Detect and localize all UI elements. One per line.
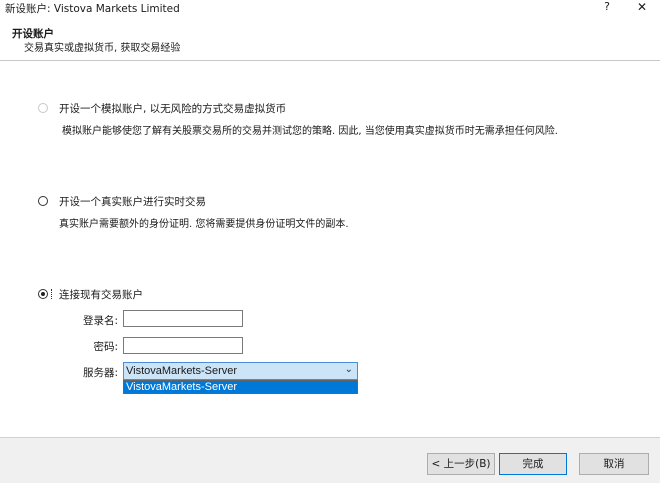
finish-button[interactable]: 完成: [499, 453, 567, 475]
back-button[interactable]: < 上一步(B): [427, 453, 495, 475]
wizard-header: 开设账户 交易真实或虚拟货币, 获取交易经验: [0, 16, 660, 61]
server-combobox-value: VistovaMarkets-Server: [126, 365, 238, 377]
option-existing-label[interactable]: 连接现有交易账户: [59, 287, 143, 302]
server-dropdown-list: VistovaMarkets-Server: [123, 380, 358, 394]
login-label: 登录名:: [82, 315, 118, 327]
login-input[interactable]: [123, 310, 243, 327]
server-combobox[interactable]: VistovaMarkets-Server ⌄: [123, 362, 358, 380]
radio-real-account[interactable]: [38, 196, 48, 206]
title-bar: 新设账户: Vistova Markets Limited ? ✕: [0, 0, 660, 16]
option-real-description: 真实账户需要额外的身份证明. 您将需要提供身份证明文件的副本.: [59, 219, 349, 230]
radio-existing-account[interactable]: [38, 289, 48, 299]
option-real-label[interactable]: 开设一个真实账户进行实时交易: [59, 194, 206, 209]
password-input[interactable]: [123, 337, 243, 354]
server-label: 服务器:: [82, 367, 118, 379]
focus-indicator: [51, 289, 55, 299]
header-subtitle: 交易真实或虚拟货币, 获取交易经验: [24, 43, 181, 54]
radio-demo-account: [38, 103, 48, 113]
help-button[interactable]: ?: [596, 0, 618, 16]
password-label: 密码:: [93, 341, 118, 353]
window-title: 新设账户: Vistova Markets Limited: [5, 3, 180, 15]
option-demo-description: 模拟账户能够使您了解有关股票交易所的交易并测试您的策略. 因此, 当您使用真实虚…: [62, 126, 558, 137]
close-button[interactable]: ✕: [630, 0, 654, 16]
server-option[interactable]: VistovaMarkets-Server: [124, 381, 357, 393]
option-demo-label: 开设一个模拟账户, 以无风险的方式交易虚拟货币: [59, 103, 287, 115]
wizard-footer: < 上一步(B) 完成 取消: [0, 437, 660, 483]
chevron-down-icon[interactable]: ⌄: [345, 364, 353, 375]
cancel-button[interactable]: 取消: [579, 453, 649, 475]
